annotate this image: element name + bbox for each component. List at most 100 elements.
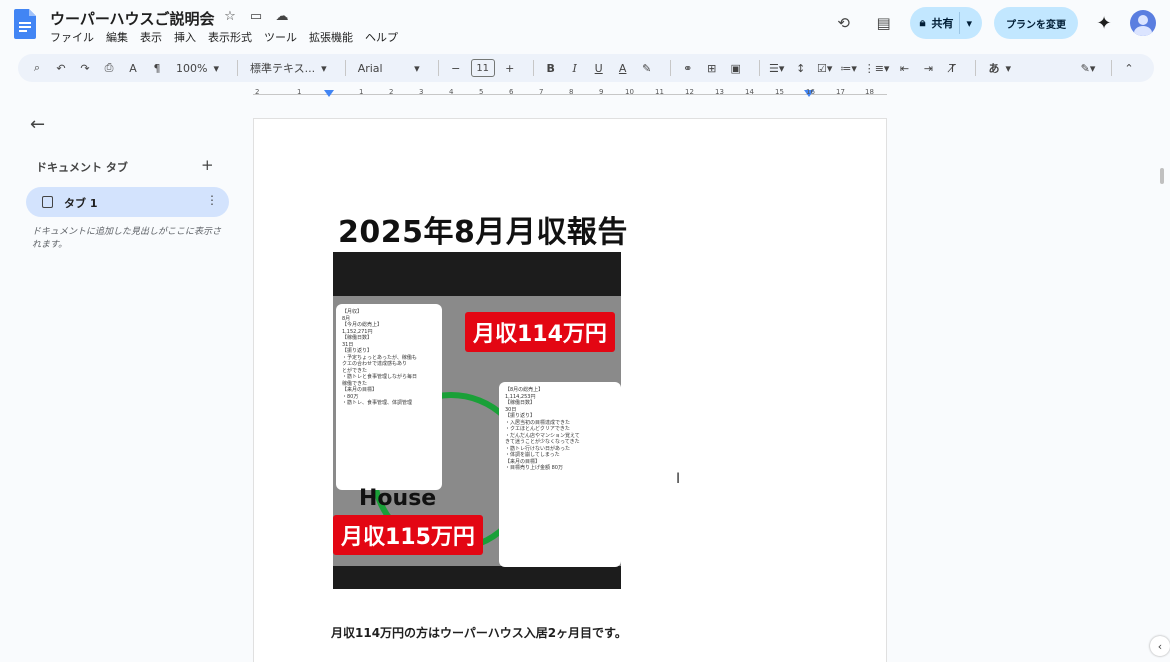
- cloud-status-icon[interactable]: ☁: [274, 9, 290, 24]
- left-indent-marker[interactable]: [324, 90, 334, 97]
- income-banner-bottom: 月収115万円: [333, 515, 483, 555]
- menu-view[interactable]: 表示: [140, 29, 162, 45]
- paragraph-style-value: 標準テキス...: [249, 62, 316, 75]
- paragraph-style-select[interactable]: 標準テキス... ▾: [246, 57, 331, 79]
- toolbar-divider: [344, 60, 346, 76]
- ruler-number: 11: [655, 88, 664, 96]
- bulleted-list-icon[interactable]: ≔▾: [840, 57, 858, 79]
- ruler-number: 16: [806, 88, 815, 96]
- ruler-number: 8: [569, 88, 574, 96]
- italic-icon[interactable]: I: [566, 57, 584, 79]
- paint-format-icon[interactable]: ¶: [148, 57, 166, 79]
- page-title[interactable]: 2025年8月月収報告: [338, 207, 628, 251]
- body-text[interactable]: 月収114万円の方はウーパーハウス入居2ヶ月目です。: [331, 624, 627, 641]
- header-actions: ⟲ ▤ 🔒︎ 共有 ▾ プランを変更 ✦: [830, 7, 1156, 39]
- align-icon[interactable]: ☰▾: [768, 57, 786, 79]
- input-tools-select[interactable]: あ ▾: [984, 57, 1015, 79]
- ruler-number: 15: [775, 88, 784, 96]
- share-divider: [959, 12, 961, 34]
- outline-hint: ドキュメントに追加した見出しがここに表示されます。: [32, 227, 222, 250]
- sidebar-item-tab-1[interactable]: タブ 1 ⋮: [26, 187, 229, 217]
- clear-formatting-icon[interactable]: T̸: [943, 57, 961, 79]
- decrease-font-size-icon[interactable]: −: [447, 57, 465, 79]
- menu-edit[interactable]: 編集: [106, 29, 128, 45]
- document-page[interactable]: 2025年8月月収報告 【月収】 8月 【今月の総売上】 1,152,271円 …: [253, 118, 887, 662]
- menu-tools[interactable]: ツール: [264, 29, 297, 45]
- link-icon[interactable]: ⚭: [679, 57, 697, 79]
- undo-icon[interactable]: ↶: [52, 57, 70, 79]
- menu-insert[interactable]: 挿入: [174, 29, 196, 45]
- insert-image-icon[interactable]: ▣: [727, 57, 745, 79]
- toolbar-divider: [532, 60, 534, 76]
- horizontal-ruler[interactable]: 2 1 1 2 3 4 5 6 7 8 9 10 11 12 13 14 15 …: [253, 86, 887, 104]
- history-icon[interactable]: ⟲: [830, 9, 858, 37]
- increase-font-size-icon[interactable]: +: [501, 57, 519, 79]
- line-spacing-icon[interactable]: ↕: [792, 57, 810, 79]
- bold-icon[interactable]: B: [542, 57, 560, 79]
- checklist-icon[interactable]: ☑▾: [816, 57, 834, 79]
- decrease-indent-icon[interactable]: ⇤: [895, 57, 913, 79]
- ruler-number: 4: [449, 88, 454, 96]
- underline-icon[interactable]: U: [590, 57, 608, 79]
- add-comment-icon[interactable]: ⊞: [703, 57, 721, 79]
- print-icon[interactable]: ⎙: [100, 57, 118, 79]
- zoom-select[interactable]: 100% ▾: [172, 57, 223, 79]
- font-value: Arial: [357, 61, 383, 75]
- star-icon[interactable]: ☆: [222, 9, 238, 24]
- report-note-left: 【月収】 8月 【今月の総売上】 1,152,271円 【稼働日数】 31日 【…: [336, 304, 442, 490]
- menu-format[interactable]: 表示形式: [208, 29, 252, 45]
- numbered-list-icon[interactable]: ⋮≡▾: [864, 57, 890, 79]
- back-arrow-icon[interactable]: ←: [30, 114, 45, 135]
- lock-icon: 🔒︎: [919, 16, 926, 29]
- redo-icon[interactable]: ↷: [76, 57, 94, 79]
- gemini-sparkle-icon[interactable]: ✦: [1090, 9, 1118, 37]
- add-tab-icon[interactable]: +: [201, 156, 214, 174]
- ruler-number: 14: [745, 88, 754, 96]
- toolbar-divider: [236, 60, 238, 76]
- menu-extensions[interactable]: 拡張機能: [309, 29, 353, 45]
- toolbar-divider: [669, 60, 671, 76]
- zoom-value: 100%: [176, 61, 208, 75]
- ruler-number: 2: [255, 88, 260, 96]
- share-label: 共有: [931, 17, 954, 30]
- chevron-down-icon: ▾: [213, 61, 219, 75]
- ruler-number: 9: [599, 88, 604, 96]
- document-tabs-title: ドキュメント タブ: [36, 161, 128, 174]
- house-logo-text: House: [359, 486, 437, 511]
- share-button[interactable]: 🔒︎ 共有 ▾: [909, 7, 982, 39]
- chevron-down-icon: ▾: [321, 61, 327, 75]
- scrollbar[interactable]: [1160, 168, 1164, 184]
- font-select[interactable]: Arial ▾: [354, 57, 424, 79]
- docs-logo-icon[interactable]: [14, 9, 36, 39]
- increase-indent-icon[interactable]: ⇥: [919, 57, 937, 79]
- ruler-number: 12: [685, 88, 694, 96]
- ruler-number: 6: [509, 88, 514, 96]
- ruler-number: 3: [419, 88, 424, 96]
- income-banner-top: 月収114万円: [465, 312, 615, 352]
- comments-icon[interactable]: ▤: [870, 9, 898, 37]
- ruler-number: 2: [389, 88, 394, 96]
- side-panel-toggle[interactable]: ‹: [1150, 636, 1170, 656]
- avatar[interactable]: [1130, 10, 1156, 36]
- toolbar-divider: [975, 60, 977, 76]
- change-plan-button[interactable]: プランを変更: [994, 7, 1078, 39]
- toolbar-divider: [437, 60, 439, 76]
- collapse-menus-icon[interactable]: ⌃: [1120, 57, 1138, 79]
- search-icon[interactable]: ⌕: [28, 57, 46, 79]
- document-title[interactable]: ウーパーハウスご説明会: [50, 8, 215, 29]
- folder-move-icon[interactable]: ▭: [248, 9, 264, 24]
- menu-help[interactable]: ヘルプ: [365, 29, 398, 45]
- highlight-icon[interactable]: ✎: [638, 57, 656, 79]
- font-size-input[interactable]: 11: [470, 57, 495, 79]
- chevron-down-icon: ▾: [1005, 61, 1011, 75]
- ruler-number: 13: [715, 88, 724, 96]
- app-header: ウーパーハウスご説明会 ☆ ▭ ☁ ファイル 編集 表示 挿入 表示形式 ツール…: [0, 0, 1170, 50]
- menu-file[interactable]: ファイル: [50, 29, 94, 45]
- text-color-icon[interactable]: A: [614, 57, 632, 79]
- more-options-icon[interactable]: ⋮: [206, 193, 218, 207]
- spellcheck-icon[interactable]: A: [124, 57, 142, 79]
- income-report-image[interactable]: 【月収】 8月 【今月の総売上】 1,152,271円 【稼働日数】 31日 【…: [333, 252, 621, 589]
- chevron-down-icon[interactable]: ▾: [966, 17, 972, 30]
- editing-mode-icon[interactable]: ✎▾: [1079, 57, 1097, 79]
- ruler-number: 17: [836, 88, 845, 96]
